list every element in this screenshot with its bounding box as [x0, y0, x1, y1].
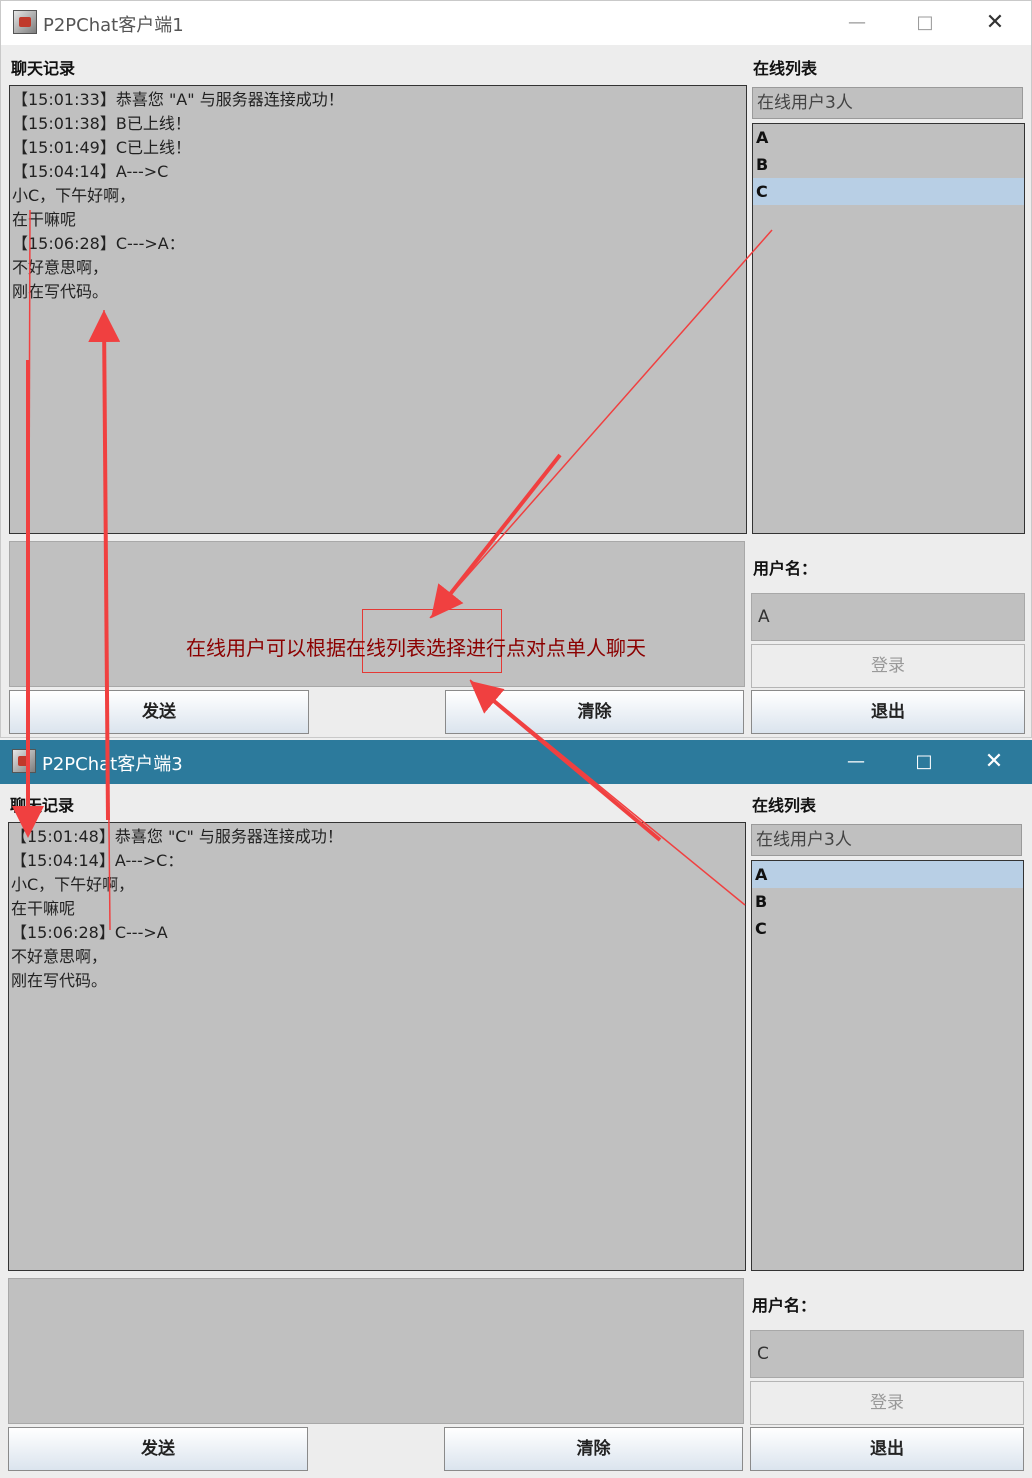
login-button[interactable]: 登录	[750, 1381, 1024, 1425]
online-user-list[interactable]: A B C	[752, 123, 1025, 534]
username-label: 用户名：	[753, 559, 818, 578]
close-icon[interactable]: ✕	[975, 9, 1015, 37]
chat-history-area[interactable]: 【15:01:33】恭喜您 "A" 与服务器连接成功！ 【15:01:38】B已…	[9, 85, 747, 534]
maximize-icon[interactable]: □	[904, 748, 944, 776]
message-input[interactable]	[8, 1278, 744, 1424]
username-field[interactable]: C	[750, 1330, 1024, 1378]
title-bar[interactable]: P2PChat客户端1 — □ ✕	[1, 1, 1031, 45]
title-bar[interactable]: P2PChat客户端3 — □ ✕	[0, 740, 1032, 784]
chat-message: 【15:06:28】C--->A	[11, 923, 168, 942]
java-app-icon	[13, 10, 37, 34]
chat-message: 在干嘛呢	[12, 210, 77, 229]
clear-button[interactable]: 清除	[445, 690, 744, 734]
chat-message: 刚在写代码。	[12, 282, 109, 301]
user-list-item-a[interactable]: A	[752, 861, 1023, 888]
client-window-1: P2PChat客户端1 — □ ✕ 聊天记录 在线列表 【15:01:33】恭喜…	[0, 0, 1032, 738]
close-icon[interactable]: ✕	[974, 748, 1014, 776]
online-count-field: 在线用户3人	[752, 87, 1023, 119]
java-app-icon	[12, 749, 36, 773]
online-list-label: 在线列表	[752, 796, 817, 815]
user-list-item-c[interactable]: C	[752, 915, 1023, 942]
chat-message: 【15:01:48】恭喜您 "C" 与服务器连接成功！	[11, 827, 343, 846]
client-window-3: P2PChat客户端3 — □ ✕ 聊天记录 在线列表 【15:01:48】恭喜…	[0, 740, 1032, 1478]
maximize-icon[interactable]: □	[905, 9, 945, 37]
chat-message: 【15:01:33】恭喜您 "A" 与服务器连接成功！	[12, 90, 344, 109]
send-button[interactable]: 发送	[8, 1427, 308, 1471]
window-title: P2PChat客户端3	[42, 754, 183, 775]
chat-message: 小C，下午好啊，	[12, 186, 136, 205]
chat-message: 不好意思啊，	[11, 947, 108, 966]
user-list-item-a[interactable]: A	[753, 124, 1024, 151]
chat-message: 【15:04:14】A--->C：	[11, 851, 184, 870]
chat-history-label: 聊天记录	[11, 59, 76, 78]
online-list-label: 在线列表	[753, 59, 818, 78]
username-field[interactable]: A	[751, 593, 1025, 641]
send-button[interactable]: 发送	[9, 690, 309, 734]
online-user-list[interactable]: A B C	[751, 860, 1024, 1271]
minimize-icon[interactable]: —	[837, 9, 877, 37]
exit-button[interactable]: 退出	[751, 690, 1025, 734]
chat-message: 刚在写代码。	[11, 971, 108, 990]
chat-message: 【15:04:14】A--->C	[12, 162, 169, 181]
clear-button[interactable]: 清除	[444, 1427, 743, 1471]
window-title: P2PChat客户端1	[43, 15, 184, 36]
chat-history-label: 聊天记录	[10, 796, 75, 815]
chat-message: 小C，下午好啊，	[11, 875, 135, 894]
user-list-item-b[interactable]: B	[752, 888, 1023, 915]
chat-message: 【15:01:38】B已上线！	[12, 114, 191, 133]
exit-button[interactable]: 退出	[750, 1427, 1024, 1471]
login-button[interactable]: 登录	[751, 644, 1025, 688]
chat-message: 不好意思啊，	[12, 258, 109, 277]
minimize-icon[interactable]: —	[836, 748, 876, 776]
chat-message: 【15:01:49】C已上线！	[12, 138, 192, 157]
chat-message: 在干嘛呢	[11, 899, 76, 918]
annotation-text: 在线用户可以根据在线列表选择进行点对点单人聊天	[186, 636, 646, 660]
username-label: 用户名：	[752, 1296, 817, 1315]
chat-history-area[interactable]: 【15:01:48】恭喜您 "C" 与服务器连接成功！ 【15:04:14】A-…	[8, 822, 746, 1271]
user-list-item-c[interactable]: C	[753, 178, 1024, 205]
user-list-item-b[interactable]: B	[753, 151, 1024, 178]
online-count-field: 在线用户3人	[751, 824, 1022, 856]
chat-message: 【15:06:28】C--->A：	[12, 234, 185, 253]
